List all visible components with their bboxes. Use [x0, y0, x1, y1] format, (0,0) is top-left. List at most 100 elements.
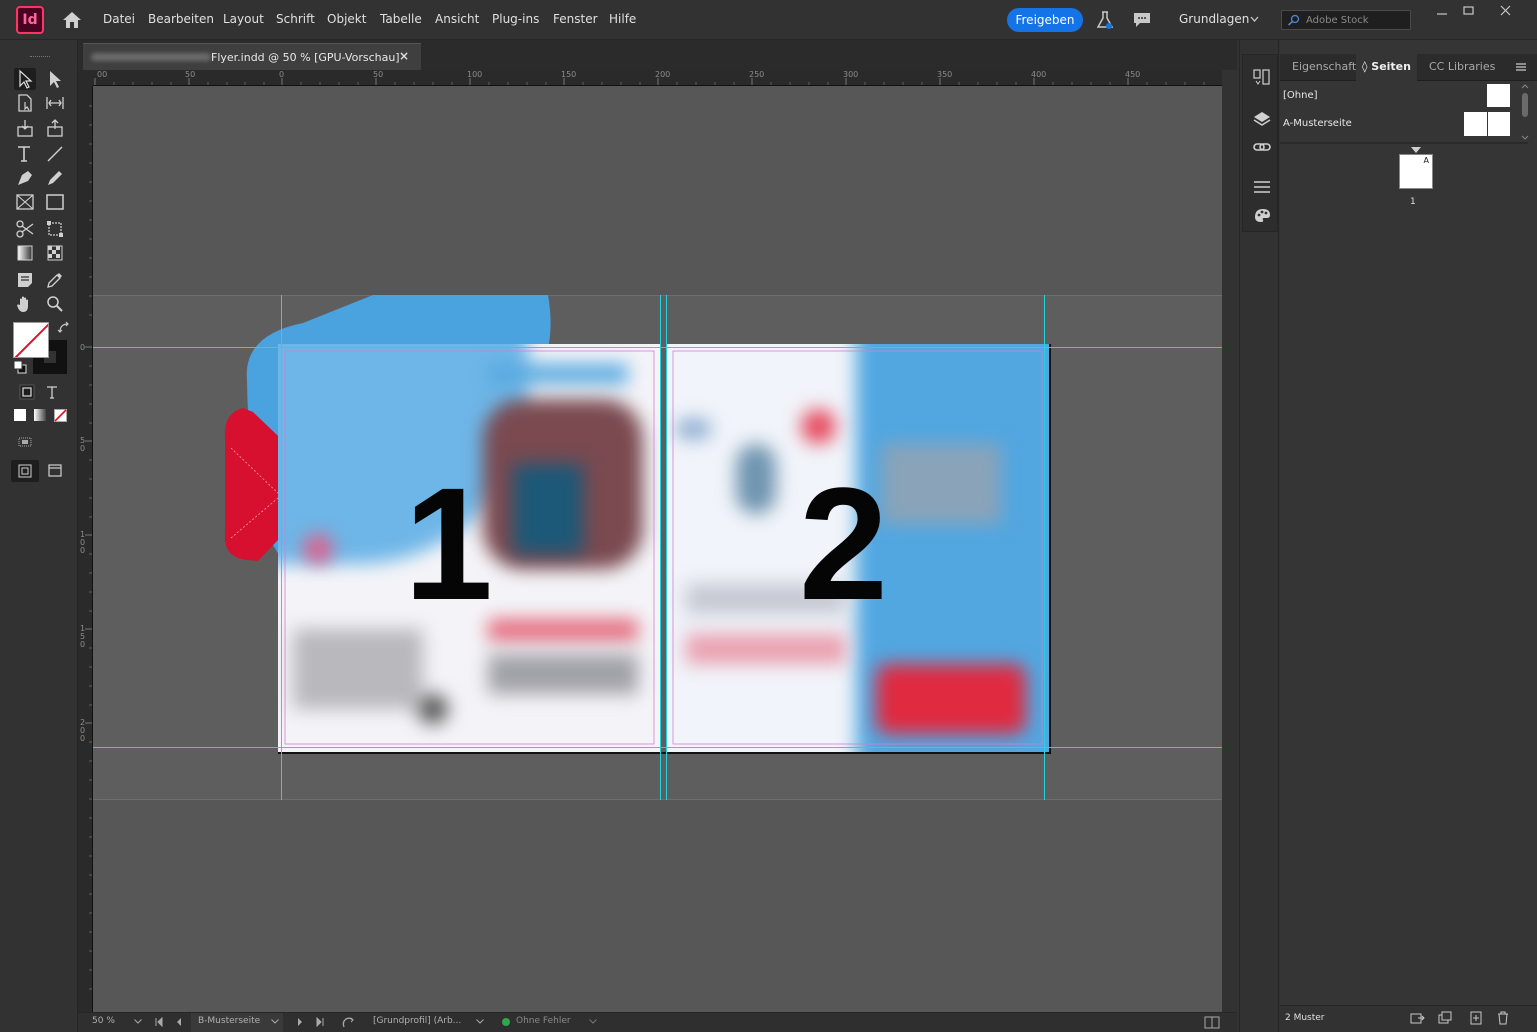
tab-cc-libraries[interactable]: CC Libraries — [1429, 60, 1495, 73]
selection-tool-icon[interactable] — [14, 68, 36, 90]
chevron-down-icon[interactable] — [589, 1019, 597, 1024]
menu-plugins[interactable]: Plug-ins — [492, 12, 539, 28]
rectangle-frame-tool-icon[interactable] — [14, 191, 36, 213]
page-selector[interactable]: B-Musterseite — [191, 1013, 283, 1032]
delete-page-icon[interactable] — [1495, 1011, 1511, 1025]
scissors-tool-icon[interactable] — [14, 218, 36, 240]
search-input[interactable] — [1306, 12, 1406, 28]
ruler-origin[interactable] — [78, 70, 93, 86]
rectangle-tool-icon[interactable] — [44, 191, 66, 213]
split-window-icon[interactable] — [1204, 1016, 1220, 1029]
close-icon[interactable] — [1491, 2, 1521, 20]
type-tool-icon[interactable] — [14, 143, 36, 165]
gap-tool-icon[interactable] — [44, 92, 66, 114]
menu-layout[interactable]: Layout — [223, 12, 264, 28]
page-thumbnail[interactable]: A — [1399, 154, 1433, 189]
pen-tool-icon[interactable] — [14, 167, 36, 189]
open-page-icon[interactable] — [341, 1016, 355, 1029]
close-tab-icon[interactable]: × — [399, 49, 409, 63]
first-page-icon[interactable] — [154, 1017, 164, 1027]
default-colors-icon[interactable] — [13, 360, 27, 374]
layers-panel-icon[interactable] — [1252, 109, 1272, 129]
chevron-down-icon[interactable] — [134, 1019, 142, 1024]
ruler-guide[interactable] — [93, 347, 1222, 348]
chevron-down-icon[interactable] — [1250, 16, 1259, 22]
menu-fenster[interactable]: Fenster — [553, 12, 598, 28]
ruler-guide[interactable] — [93, 747, 1222, 748]
ruler-label: 250 — [749, 70, 765, 79]
panel-scrollbar[interactable] — [1520, 84, 1530, 142]
apply-none-icon[interactable] — [54, 409, 67, 422]
apply-gradient-icon[interactable] — [34, 409, 46, 421]
content-collector-icon[interactable] — [14, 117, 36, 139]
menu-objekt[interactable]: Objekt — [327, 12, 366, 28]
master-item-a[interactable]: A-Musterseite — [1280, 112, 1520, 142]
menu-hilfe[interactable]: Hilfe — [609, 12, 636, 28]
master-item-none[interactable]: [Ohne] — [1280, 84, 1520, 112]
screen-mode-icon[interactable] — [47, 463, 65, 479]
maximize-icon[interactable] — [1454, 2, 1484, 20]
comments-icon[interactable] — [1132, 11, 1152, 29]
edit-cc-libraries-icon[interactable] — [17, 434, 33, 448]
chevron-down-icon[interactable] — [476, 1019, 484, 1024]
swatches-panel-icon[interactable] — [1252, 205, 1272, 225]
links-panel-icon[interactable] — [1252, 137, 1272, 157]
page-1-spread[interactable]: 1 — [278, 344, 661, 752]
swap-colors-icon[interactable] — [57, 321, 71, 335]
ruler-label: 5 0 — [80, 436, 86, 453]
menu-bearbeiten[interactable]: Bearbeiten — [148, 12, 214, 28]
color-profile-label[interactable]: [Grundprofil] (Arb... — [373, 1016, 461, 1026]
share-button[interactable]: Freigeben — [1007, 8, 1083, 32]
menu-ansicht[interactable]: Ansicht — [435, 12, 479, 28]
formatting-text-icon[interactable] — [44, 384, 60, 400]
tab-pages[interactable]: ◊ Seiten — [1356, 54, 1417, 81]
document-tab[interactable]: Flyer.indd @ 50 % [GPU-Vorschau] × — [83, 43, 421, 70]
ruler-guide[interactable] — [1044, 295, 1045, 800]
gradient-feather-tool-icon[interactable] — [44, 242, 66, 264]
menu-schrift[interactable]: Schrift — [276, 12, 315, 28]
ruler-guide[interactable] — [281, 295, 282, 800]
ruler-guide[interactable] — [660, 295, 661, 800]
new-master-icon[interactable] — [1437, 1011, 1453, 1025]
formatting-container-icon[interactable] — [19, 384, 37, 400]
ruler-guide[interactable] — [666, 295, 667, 800]
page-tool-icon[interactable] — [14, 92, 36, 114]
panel-menu-icon[interactable] — [1515, 61, 1527, 73]
workspace-switcher[interactable]: Grundlagen — [1179, 12, 1249, 26]
zoom-tool-icon[interactable] — [44, 293, 66, 315]
zoom-field[interactable]: 50 % — [92, 1016, 115, 1026]
pages-panel-icon[interactable] — [1252, 67, 1272, 87]
gradient-swatch-tool-icon[interactable] — [14, 242, 36, 264]
next-page-icon[interactable] — [296, 1017, 304, 1027]
apply-color-icon[interactable] — [14, 409, 26, 421]
home-icon[interactable] — [61, 10, 83, 30]
beta-flask-icon[interactable] — [1096, 10, 1114, 30]
tab-properties[interactable]: Eigenschafte — [1292, 60, 1356, 73]
direct-selection-tool-icon[interactable] — [44, 68, 66, 90]
preflight-status-label[interactable]: Ohne Fehler — [516, 1016, 571, 1026]
content-placer-icon[interactable] — [44, 117, 66, 139]
eyedropper-tool-icon[interactable] — [44, 269, 66, 291]
menu-datei[interactable]: Datei — [103, 12, 135, 28]
vertical-ruler[interactable]: 0 5 0 1 0 0 1 5 0 2 0 0 — [78, 86, 93, 1012]
horizontal-ruler[interactable]: 00 50 0 50 100 150 200 250 300 350 400 4… — [93, 70, 1222, 86]
pencil-tool-icon[interactable] — [44, 167, 66, 189]
previous-page-icon[interactable] — [175, 1017, 183, 1027]
adobe-stock-search[interactable] — [1281, 10, 1411, 30]
note-tool-icon[interactable] — [14, 269, 36, 291]
page-2-spread[interactable]: 2 — [666, 344, 1049, 752]
normal-view-mode-button[interactable] — [11, 460, 39, 482]
document-canvas[interactable]: 1 2 — [93, 86, 1222, 1012]
edit-page-size-icon[interactable] — [1410, 1011, 1426, 1025]
new-page-icon[interactable] — [1468, 1011, 1484, 1025]
menu-tabelle[interactable]: Tabelle — [380, 12, 422, 28]
last-page-icon[interactable] — [315, 1017, 325, 1027]
minimize-icon[interactable] — [1427, 2, 1457, 20]
line-tool-icon[interactable] — [44, 143, 66, 165]
stroke-panel-icon[interactable] — [1252, 177, 1272, 197]
hand-tool-icon[interactable] — [14, 293, 36, 315]
toolbar-grip[interactable] — [30, 56, 50, 58]
panel-divider[interactable] — [1280, 142, 1528, 144]
free-transform-tool-icon[interactable] — [44, 218, 66, 240]
fill-swatch[interactable] — [13, 322, 49, 358]
